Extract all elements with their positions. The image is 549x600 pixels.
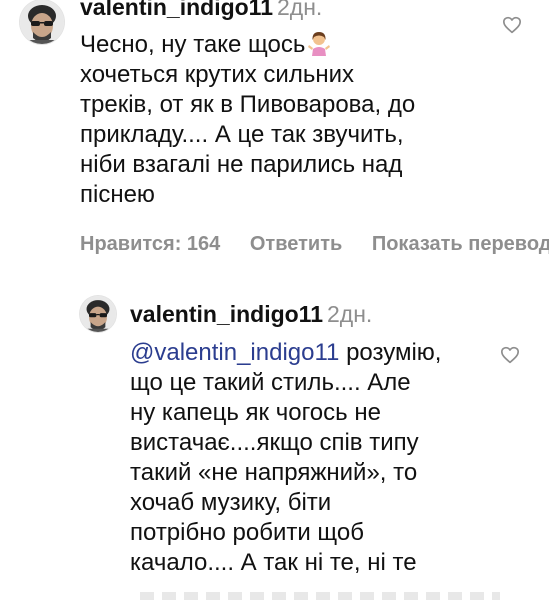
comment-text: @valentin_indigo11 розумію, що це такий … [130, 338, 441, 578]
avatar[interactable] [80, 296, 116, 332]
comment-1: valentin_indigo11 2дн. Чесно, ну таке щос… [0, 0, 549, 270]
like-button[interactable] [500, 346, 520, 364]
comment-line-text: Чесно, ну таке щось [80, 31, 306, 58]
comment-actions: Нравится: 164 Ответить Показать переводы [80, 233, 549, 256]
comment-line: хочеться крутих сильних [80, 61, 354, 88]
comment-line-text: розумію, [339, 339, 442, 366]
comment-line: ніби взагалі не парились над [80, 151, 403, 178]
timestamp: 2дн. [327, 301, 373, 327]
woman-shrugging-emoji [307, 30, 331, 56]
user-mention-link[interactable]: @valentin_indigo11 [130, 339, 339, 366]
username[interactable]: valentin_indigo11 [130, 301, 323, 327]
comment-text: Чесно, ну таке щось хочеться крутих силь… [80, 30, 415, 210]
comment-line: качало.... А так ні те, ні те [130, 549, 417, 576]
comment-line: хочаб музику, біти [130, 489, 332, 516]
like-button[interactable] [502, 16, 522, 34]
comment-2-reply: valentin_indigo11 2дн. @valentin_indigo11… [0, 290, 549, 600]
username[interactable]: valentin_indigo11 [80, 0, 273, 20]
heart-outline-icon [501, 346, 520, 364]
comment-line: потрібно робити щоб [130, 519, 364, 546]
avatar[interactable] [20, 0, 64, 44]
avatar-sunglasses-icon [20, 0, 64, 44]
timestamp: 2дн. [277, 0, 323, 20]
comment-line: такий «не напряжний», то [130, 459, 418, 486]
comment-line: треків, от як в Пивоварова, до [80, 91, 416, 118]
comment-line: піснею [80, 181, 155, 208]
likes-count[interactable]: Нравится: 164 [80, 233, 220, 255]
heart-outline-icon [503, 16, 522, 34]
comment-line: прикладу.... А це так звучить, [80, 121, 404, 148]
comment-line: @valentin_indigo11 розумію, [130, 338, 441, 368]
reply-button[interactable]: Ответить [250, 233, 342, 255]
comment-line: вистачає....якщо спів типу [130, 429, 419, 456]
comment-meta: valentin_indigo11 2дн. [80, 0, 322, 21]
avatar-sunglasses-icon [80, 296, 116, 332]
comment-meta: valentin_indigo11 2дн. [130, 300, 372, 328]
show-translations-button[interactable]: Показать переводы [372, 233, 549, 255]
comment-line: Чесно, ну таке щось [80, 30, 415, 60]
next-comment-cutoff [140, 592, 500, 600]
comment-line: ну капець як чогось не [130, 399, 381, 426]
comment-line: що це такий стиль.... Але [130, 369, 411, 396]
